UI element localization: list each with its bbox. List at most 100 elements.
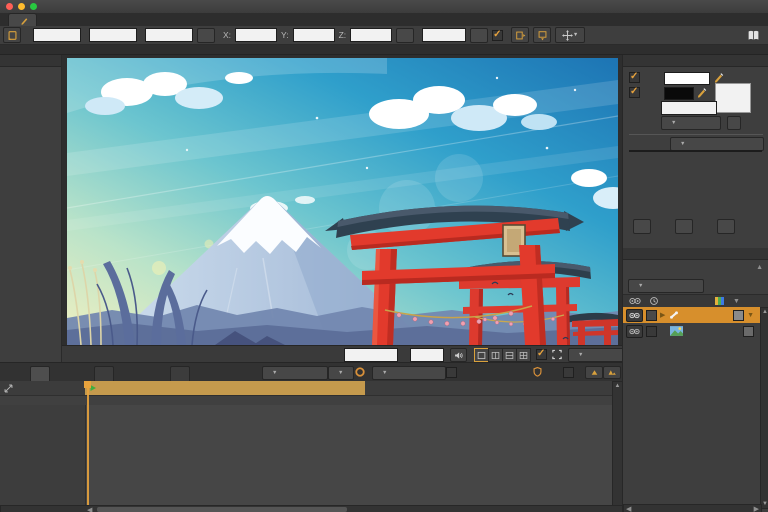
layer-row-selected[interactable]: ▶ ▼ [623, 307, 768, 323]
interpolation-dropdown[interactable] [262, 366, 328, 380]
relative-keyframing-checkbox[interactable] [446, 367, 457, 378]
reset-position-button[interactable] [197, 28, 215, 43]
timeline-vertical-scrollbar[interactable]: ▲ [612, 381, 622, 507]
stroke-checkbox[interactable] [629, 87, 640, 98]
timeline-tabbar [0, 363, 622, 382]
playhead-line[interactable] [87, 381, 89, 505]
position-z-input[interactable] [145, 28, 193, 42]
layer-visible-button[interactable] [626, 325, 643, 338]
layer-menu-icon[interactable]: ▼ [747, 312, 754, 319]
layers-collapse-icon[interactable]: ▲ [756, 264, 763, 271]
layer-animated-checkbox[interactable] [646, 310, 657, 321]
flip-layer-horizontally-button[interactable] [511, 27, 529, 43]
reset-style-button[interactable] [717, 219, 735, 234]
image-layer-thumbnail [670, 326, 683, 336]
view-layout-single-button[interactable] [474, 348, 489, 362]
transform-toolbar: X: Y: Z: ▼ [0, 26, 768, 45]
stroke-color-swatch[interactable] [664, 87, 694, 100]
position-y-input[interactable] [89, 28, 137, 42]
scale-y-input[interactable] [293, 28, 335, 42]
layers-vertical-scrollbar[interactable]: ▲▼ [760, 307, 768, 509]
onion-skin-icon[interactable] [354, 366, 366, 378]
mute-audio-button[interactable] [450, 348, 467, 362]
onion-skins-dropdown[interactable] [372, 366, 446, 380]
scale-x-input[interactable] [235, 28, 277, 42]
fill-row [629, 72, 644, 83]
position-x-input[interactable] [33, 28, 81, 42]
effect-dropdown[interactable] [661, 116, 721, 130]
layer-color-swatch[interactable] [743, 326, 754, 337]
fill-color-swatch[interactable] [664, 72, 710, 85]
angle-input[interactable] [422, 28, 466, 42]
no-brush-button[interactable] [715, 83, 751, 113]
layers-header-row: ▼ [623, 294, 768, 308]
status-hint-bar [0, 45, 768, 55]
scale-x-label: X: [223, 30, 231, 40]
close-window-button[interactable] [6, 3, 13, 10]
safe-zone-icon[interactable] [551, 349, 563, 360]
scale-z-label: Z: [339, 30, 347, 40]
interval-dropdown[interactable] [328, 366, 354, 380]
paste-style-button[interactable] [675, 219, 693, 234]
timeline-tracks[interactable] [0, 405, 622, 505]
copy-style-button[interactable] [633, 219, 651, 234]
stereo-view-checkbox[interactable] [536, 349, 547, 360]
end-frame-input[interactable] [410, 348, 444, 362]
library-icon[interactable] [746, 29, 761, 42]
reset-angle-button[interactable] [470, 28, 488, 43]
tab-channels[interactable] [30, 366, 50, 382]
layer-visible-button[interactable] [626, 309, 643, 322]
playback-range-band [85, 381, 365, 395]
timeline-panel: ▲ ◀ [0, 362, 622, 512]
timeline-scroll-thumb[interactable] [97, 507, 347, 512]
layers-panel-title [623, 248, 768, 260]
scale-y-label: Y: [281, 30, 289, 40]
fill-checkbox[interactable] [629, 72, 640, 83]
view-layout-two-button[interactable] [488, 348, 503, 362]
stroke-width-input[interactable] [661, 101, 717, 115]
transform-options-button[interactable]: ▼ [555, 27, 585, 43]
layer-color-swatch[interactable] [733, 310, 744, 321]
scale-z-input[interactable] [350, 28, 392, 42]
layer-animated-checkbox[interactable] [646, 326, 657, 337]
tools-panel-title [0, 55, 61, 67]
effect-more-button[interactable] [727, 116, 741, 130]
swatches-dropdown[interactable] [670, 137, 764, 151]
timeline-horizontal-scrollbar[interactable]: ◀ [0, 505, 622, 512]
fill-eyedropper-icon[interactable] [713, 71, 725, 83]
color-column-icon [715, 297, 724, 305]
zoom-timeline-out-button[interactable] [585, 366, 603, 379]
tools-panel [0, 55, 62, 362]
animated-column-icon [649, 296, 659, 306]
playback-strip [62, 345, 622, 363]
reset-scale-button[interactable] [396, 28, 414, 43]
expand-arrow-icon[interactable]: ▶ [660, 311, 665, 319]
layers-horizontal-scrollbar[interactable]: ◀▶ [623, 504, 762, 512]
layer-filter-dropdown[interactable] [628, 279, 704, 293]
timeline-ruler[interactable] [0, 381, 622, 395]
canvas-artwork[interactable] [67, 58, 618, 345]
current-tool-icon [3, 27, 21, 43]
tab-motion-graph[interactable] [170, 366, 190, 382]
view-layout-four-button[interactable] [516, 348, 531, 362]
tab-sequencer[interactable] [94, 366, 114, 382]
timeline-resize-icon[interactable] [3, 383, 14, 394]
document-tab[interactable] [8, 13, 37, 27]
flip-layer-vertically-button[interactable] [533, 27, 551, 43]
keyframe-shield-icon[interactable] [532, 366, 543, 378]
moho-window: X: Y: Z: ▼ [0, 0, 768, 512]
zoom-timeline-in-button[interactable] [603, 366, 621, 379]
view-layout-horizontal-button[interactable] [502, 348, 517, 362]
zoom-window-button[interactable] [30, 3, 37, 10]
layer-row[interactable] [623, 323, 768, 339]
current-frame-input[interactable] [344, 348, 398, 362]
filter-column-icon: ▼ [733, 298, 740, 305]
stroke-eyedropper-icon[interactable] [696, 86, 708, 98]
style-divider [629, 134, 763, 135]
show-path-checkbox[interactable] [492, 30, 503, 41]
minimize-window-button[interactable] [18, 3, 25, 10]
color-palette [629, 150, 762, 152]
edit-pencil-icon [20, 16, 29, 25]
stroke-row [629, 87, 644, 98]
auto-freeze-checkbox[interactable] [563, 367, 574, 378]
